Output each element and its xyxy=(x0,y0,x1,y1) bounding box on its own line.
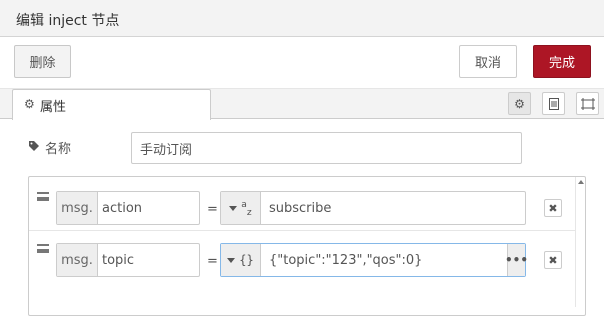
drag-handle-icon[interactable] xyxy=(37,192,49,201)
dialog-title: 编辑 inject 节点 xyxy=(16,13,120,29)
property-key-field[interactable]: msg. topic xyxy=(56,243,200,277)
done-button[interactable]: 完成 xyxy=(533,45,591,78)
cancel-button[interactable]: 取消 xyxy=(459,45,517,78)
drag-handle-icon[interactable] xyxy=(37,244,49,253)
dialog-toolbar: 删除 取消 完成 xyxy=(0,37,604,89)
property-value: subscribe xyxy=(269,200,332,216)
list-item: msg. topic = {} {"topic":"123","qos":0} … xyxy=(29,231,576,283)
msg-prefix: msg. xyxy=(57,244,98,276)
msg-prefix: msg. xyxy=(57,192,98,224)
appearance-frame-icon[interactable] xyxy=(576,92,599,115)
string-type-icon: az xyxy=(241,198,252,218)
gear-icon: ⚙ xyxy=(24,97,35,111)
name-label-text: 名称 xyxy=(45,142,72,157)
property-key: action xyxy=(102,200,143,216)
name-label: 名称 xyxy=(28,138,71,157)
name-input[interactable]: 手动订阅 xyxy=(131,132,522,164)
chevron-down-icon xyxy=(229,205,238,211)
type-select-button[interactable]: {} xyxy=(221,244,261,276)
remove-icon[interactable]: ✖ xyxy=(544,251,562,269)
property-value-field[interactable]: az subscribe xyxy=(220,191,526,225)
equals-sign: = xyxy=(207,254,218,269)
tag-icon xyxy=(28,140,40,156)
scroll-up-icon[interactable] xyxy=(578,180,584,184)
equals-sign: = xyxy=(207,202,218,217)
json-type-icon: {} xyxy=(239,253,254,267)
tab-properties-label: 属性 xyxy=(40,100,67,115)
property-list: msg. action = az subscribe ✖ msg. topic … xyxy=(28,176,586,316)
expand-editor-button[interactable]: ••• xyxy=(505,244,528,276)
list-item: msg. action = az subscribe ✖ xyxy=(29,179,576,231)
dialog-header: 编辑 inject 节点 xyxy=(0,0,604,37)
property-key-field[interactable]: msg. action xyxy=(56,191,200,225)
settings-gear-icon[interactable]: ⚙ xyxy=(508,92,531,115)
chevron-down-icon xyxy=(227,257,236,263)
property-key: topic xyxy=(102,252,135,268)
type-select-button[interactable]: az xyxy=(221,192,261,224)
property-value-field[interactable]: {} {"topic":"123","qos":0} ••• xyxy=(220,243,528,277)
description-doc-icon[interactable] xyxy=(542,92,565,115)
property-value: {"topic":"123","qos":0} xyxy=(269,252,423,268)
tab-bar: ⚙ 属性 ⚙ xyxy=(0,89,604,120)
tab-properties[interactable]: ⚙ 属性 xyxy=(12,89,211,120)
remove-icon[interactable]: ✖ xyxy=(544,199,562,217)
scrollbar[interactable] xyxy=(575,177,585,307)
delete-button[interactable]: 删除 xyxy=(14,45,71,78)
